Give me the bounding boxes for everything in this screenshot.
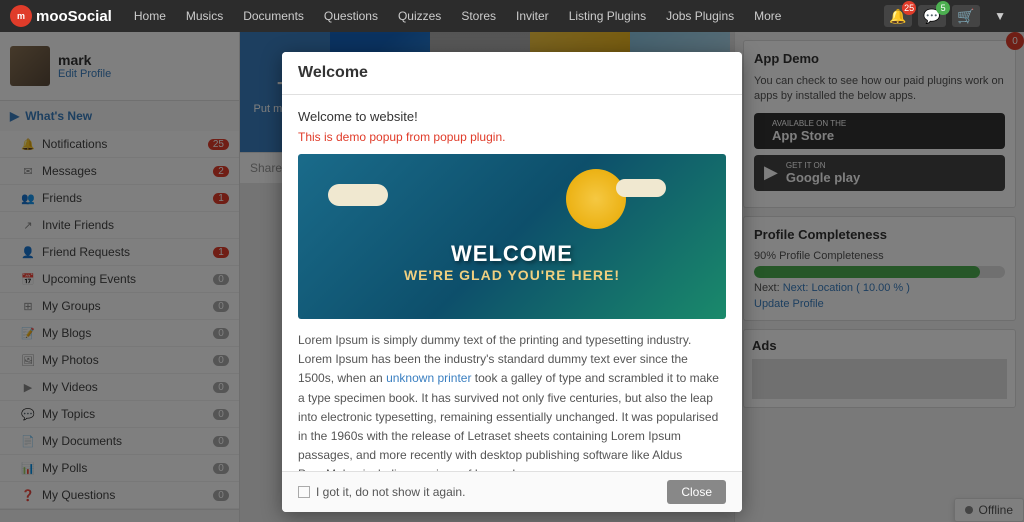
modal-lorem-text: Lorem Ipsum is simply dummy text of the … — [298, 331, 726, 471]
nav-item-questions[interactable]: Questions — [316, 0, 386, 32]
nav-item-more[interactable]: More — [746, 0, 789, 32]
dont-show-label: I got it, do not show it again. — [316, 485, 465, 499]
messages-badge[interactable]: 💬 5 — [918, 5, 946, 27]
modal-body: Welcome to website! This is demo popup f… — [282, 95, 742, 471]
cloud-left — [328, 184, 388, 206]
dont-show-wrap: I got it, do not show it again. — [298, 485, 465, 499]
messages-count: 5 — [936, 1, 950, 15]
nav-item-documents[interactable]: Documents — [235, 0, 312, 32]
logo-icon: m — [10, 5, 32, 27]
modal-banner: WELCOME WE'RE GLAD YOU'RE HERE! — [298, 154, 726, 319]
modal-title: Welcome — [298, 64, 368, 81]
more-button[interactable]: ▼ — [986, 0, 1014, 32]
logo-text: mooSocial — [36, 8, 112, 25]
modal-banner-text1: WELCOME — [451, 241, 573, 267]
modal-welcome-text: Welcome to website! — [298, 109, 726, 124]
notifications-badge[interactable]: 🔔 25 — [884, 5, 912, 27]
modal-overlay: Welcome Welcome to website! This is demo… — [0, 32, 1024, 522]
nav-item-jobs[interactable]: Jobs Plugins — [658, 0, 742, 32]
modal-footer: I got it, do not show it again. Close — [282, 471, 742, 512]
sun-decoration — [566, 169, 626, 229]
modal-demo-text: This is demo popup from popup plugin. — [298, 130, 726, 144]
nav-item-home[interactable]: Home — [126, 0, 174, 32]
nav-item-inviter[interactable]: Inviter — [508, 0, 557, 32]
welcome-modal: Welcome Welcome to website! This is demo… — [282, 52, 742, 512]
notifications-count: 25 — [902, 1, 916, 15]
main-layout: mark Edit Profile ▶ What's New 🔔 Notific… — [0, 32, 1024, 522]
modal-close-button[interactable]: Close — [667, 480, 726, 504]
cart-badge[interactable]: 🛒 — [952, 5, 980, 27]
nav-item-musics[interactable]: Musics — [178, 0, 231, 32]
lorem-link[interactable]: unknown printer — [386, 371, 471, 385]
nav-item-quizzes[interactable]: Quizzes — [390, 0, 449, 32]
dont-show-checkbox[interactable] — [298, 486, 310, 498]
modal-banner-text2: WE'RE GLAD YOU'RE HERE! — [404, 267, 620, 283]
modal-header: Welcome — [282, 52, 742, 95]
nav-logo[interactable]: m mooSocial — [10, 5, 112, 27]
nav-item-listing[interactable]: Listing Plugins — [561, 0, 654, 32]
top-nav: m mooSocial Home Musics Documents Questi… — [0, 0, 1024, 32]
cloud-right — [616, 179, 666, 197]
nav-item-stores[interactable]: Stores — [453, 0, 504, 32]
